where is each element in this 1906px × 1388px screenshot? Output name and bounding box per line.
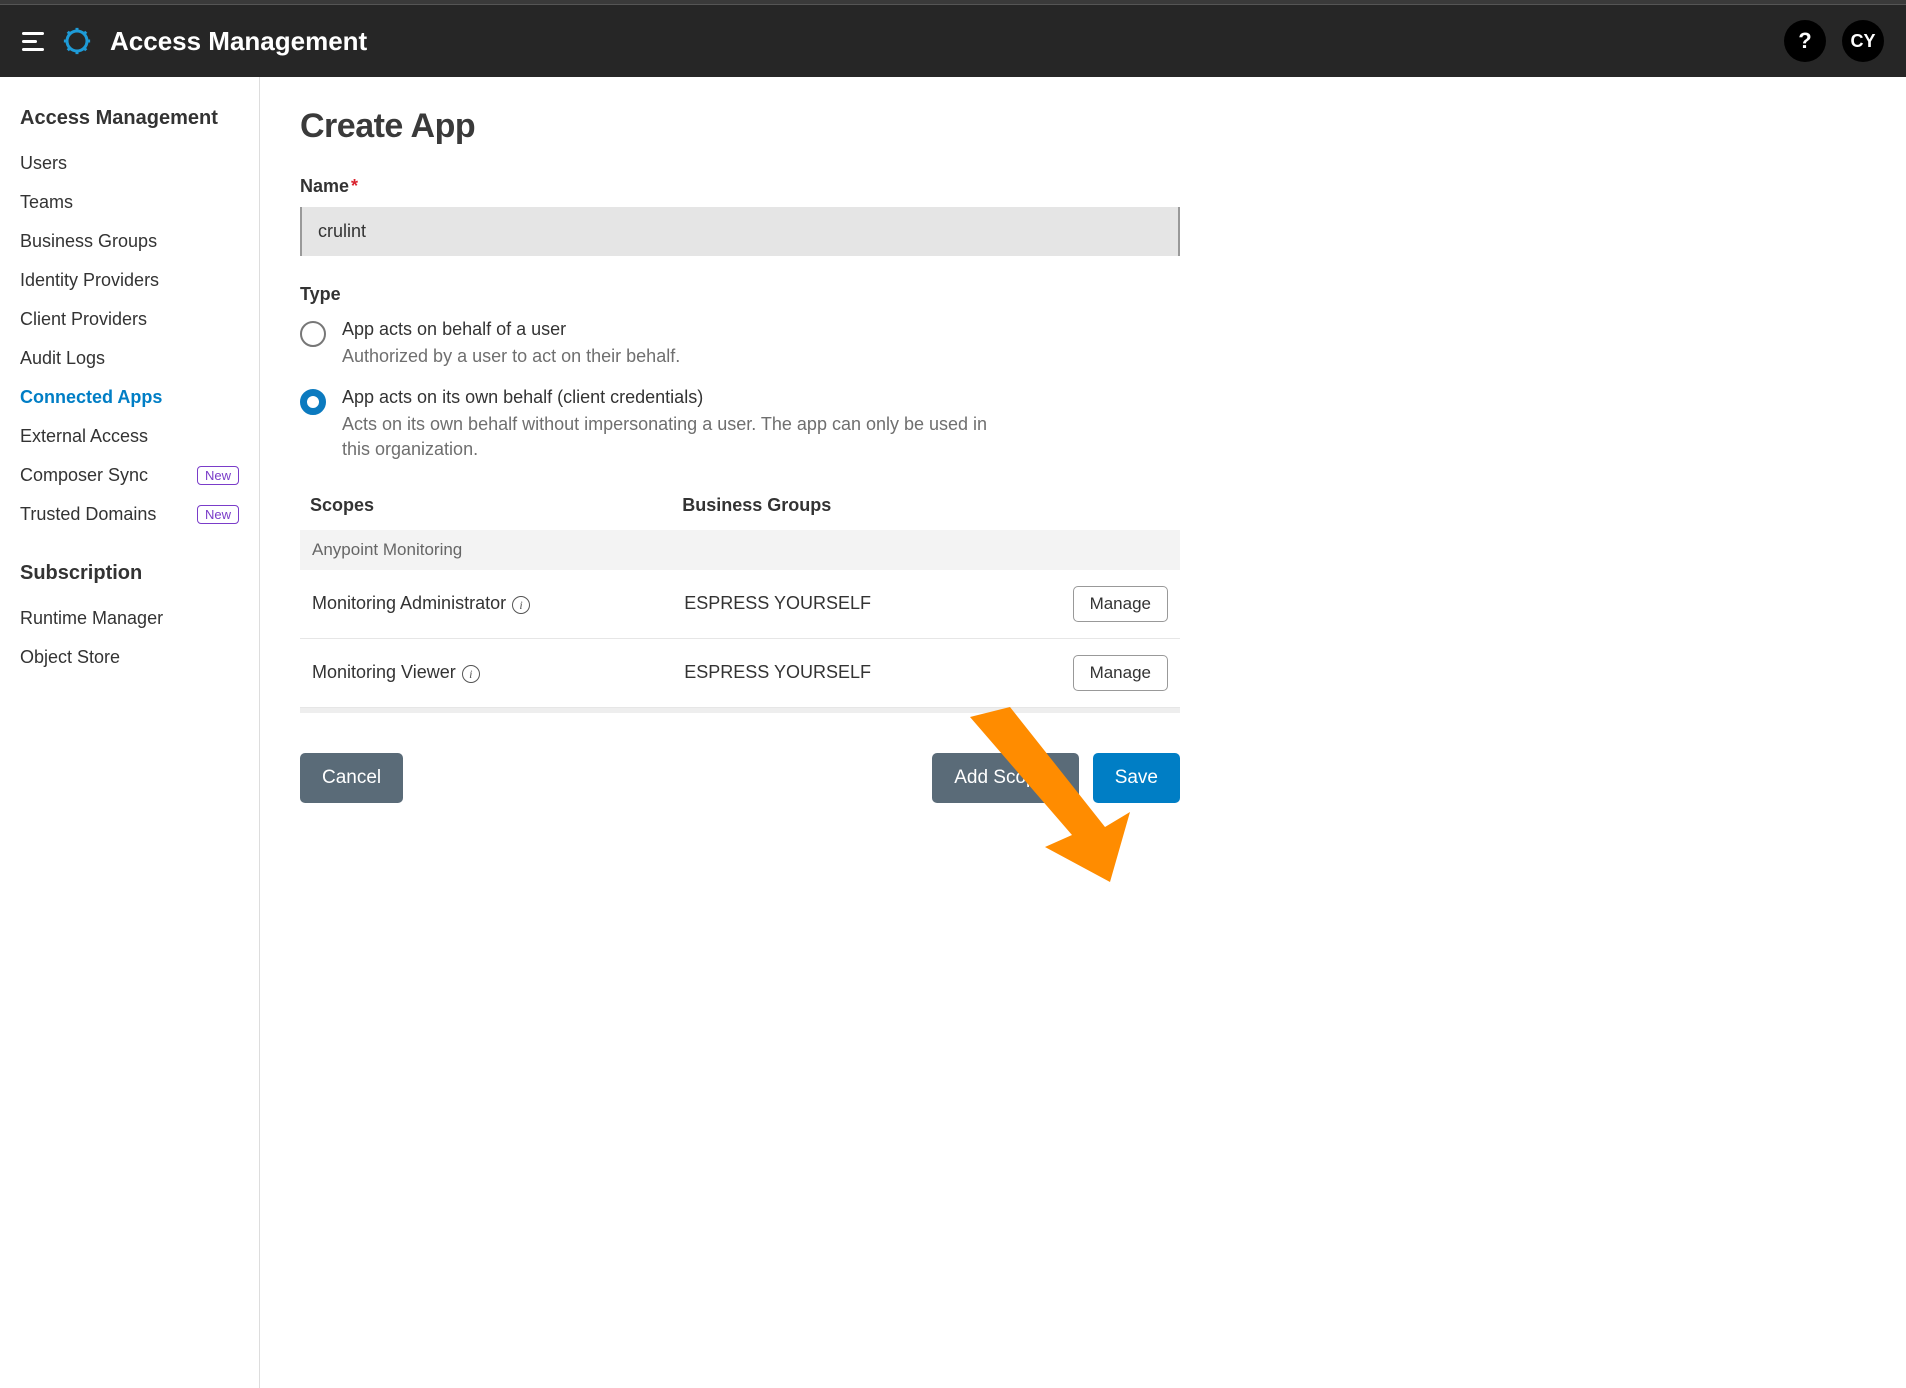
sidebar-sub-title: Subscription <box>20 562 239 585</box>
info-icon[interactable]: i <box>462 665 480 683</box>
menu-icon[interactable] <box>22 32 44 51</box>
gear-icon[interactable] <box>62 26 92 56</box>
header-left: Access Management <box>22 26 367 57</box>
sidebar-item-runtime-manager[interactable]: Runtime Manager <box>20 599 239 638</box>
new-badge: New <box>197 466 239 485</box>
sidebar-item-connected-apps[interactable]: Connected Apps <box>20 378 239 417</box>
sidebar-item-users[interactable]: Users <box>20 144 239 183</box>
action-bar: Cancel Add Scopes Save <box>300 753 1180 803</box>
header-right: ? CY <box>1784 20 1884 62</box>
radio-title: App acts on behalf of a user <box>342 319 680 340</box>
radio-icon[interactable] <box>300 321 326 347</box>
help-icon[interactable]: ? <box>1784 20 1826 62</box>
col-business-groups: Business Groups <box>672 483 996 530</box>
sidebar-item-object-store[interactable]: Object Store <box>20 638 239 677</box>
app-header: Access Management ? CY <box>0 5 1906 77</box>
main-content: Create App Name* Type App acts on behalf… <box>260 77 1220 1388</box>
cancel-button[interactable]: Cancel <box>300 753 403 803</box>
table-row: Monitoring Viewer i ESPRESS YOURSELF Mana… <box>300 638 1180 707</box>
sidebar-item-business-groups[interactable]: Business Groups <box>20 222 239 261</box>
sidebar-item-label: External Access <box>20 426 148 447</box>
page-title: Create App <box>300 107 1180 146</box>
sidebar-item-label: Runtime Manager <box>20 608 163 629</box>
sidebar-item-label: Teams <box>20 192 73 213</box>
info-icon[interactable]: i <box>512 596 530 614</box>
new-badge: New <box>197 505 239 524</box>
type-option-client-credentials[interactable]: App acts on its own behalf (client crede… <box>300 387 1000 462</box>
col-scopes: Scopes <box>300 483 672 530</box>
avatar[interactable]: CY <box>1842 20 1884 62</box>
sidebar-item-teams[interactable]: Teams <box>20 183 239 222</box>
scope-name: Monitoring Viewer <box>312 662 456 682</box>
sidebar-item-label: Users <box>20 153 67 174</box>
scope-cell: Monitoring Viewer i <box>300 638 672 707</box>
sidebar-item-label: Connected Apps <box>20 387 162 408</box>
sidebar-item-audit-logs[interactable]: Audit Logs <box>20 339 239 378</box>
radio-icon[interactable] <box>300 389 326 415</box>
table-footer-line <box>300 708 1180 713</box>
scopes-table: Scopes Business Groups Anypoint Monitori… <box>300 483 1180 708</box>
header-title: Access Management <box>110 26 367 57</box>
sidebar: Access Management Users Teams Business G… <box>0 77 260 1388</box>
manage-button[interactable]: Manage <box>1073 586 1168 622</box>
sidebar-item-label: Client Providers <box>20 309 147 330</box>
sidebar-item-label: Trusted Domains <box>20 504 156 525</box>
required-star: * <box>351 176 358 196</box>
sidebar-item-label: Identity Providers <box>20 270 159 291</box>
sidebar-item-identity-providers[interactable]: Identity Providers <box>20 261 239 300</box>
radio-desc: Authorized by a user to act on their beh… <box>342 344 680 369</box>
scope-name: Monitoring Administrator <box>312 593 506 613</box>
sidebar-item-client-providers[interactable]: Client Providers <box>20 300 239 339</box>
radio-desc: Acts on its own behalf without impersona… <box>342 412 1000 462</box>
bgroup-cell: ESPRESS YOURSELF <box>672 638 996 707</box>
sidebar-item-external-access[interactable]: External Access <box>20 417 239 456</box>
name-input[interactable] <box>300 207 1180 256</box>
sidebar-item-trusted-domains[interactable]: Trusted Domains New <box>20 495 239 534</box>
scope-group-header: Anypoint Monitoring <box>300 530 1180 570</box>
bgroup-cell: ESPRESS YOURSELF <box>672 570 996 639</box>
sidebar-item-label: Object Store <box>20 647 120 668</box>
name-label: Name* <box>300 176 1180 197</box>
sidebar-item-label: Business Groups <box>20 231 157 252</box>
sidebar-item-label: Composer Sync <box>20 465 148 486</box>
scope-cell: Monitoring Administrator i <box>300 570 672 639</box>
type-label: Type <box>300 284 1180 305</box>
sidebar-item-composer-sync[interactable]: Composer Sync New <box>20 456 239 495</box>
name-label-text: Name <box>300 176 349 196</box>
radio-title: App acts on its own behalf (client crede… <box>342 387 1000 408</box>
sidebar-item-label: Audit Logs <box>20 348 105 369</box>
save-button[interactable]: Save <box>1093 753 1180 803</box>
sidebar-title: Access Management <box>20 107 239 130</box>
add-scopes-button[interactable]: Add Scopes <box>932 753 1078 803</box>
manage-button[interactable]: Manage <box>1073 655 1168 691</box>
type-option-user[interactable]: App acts on behalf of a user Authorized … <box>300 319 1000 369</box>
table-row: Monitoring Administrator i ESPRESS YOURSE… <box>300 570 1180 639</box>
